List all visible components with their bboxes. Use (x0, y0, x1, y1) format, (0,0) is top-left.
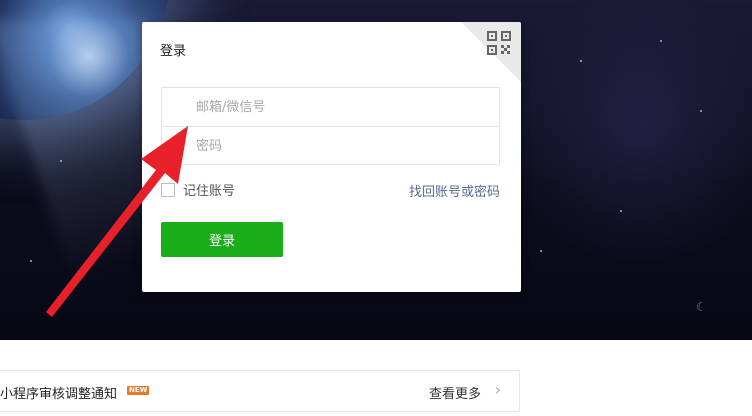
star (540, 250, 542, 252)
chevron-right-icon[interactable]: › (495, 380, 501, 399)
star (30, 260, 32, 262)
login-fields (161, 87, 500, 165)
account-field-row (162, 88, 499, 126)
login-title: 登录 (160, 44, 187, 59)
login-button[interactable]: 登录 (161, 222, 283, 257)
star (120, 220, 122, 222)
star (700, 110, 702, 112)
new-badge: NEW (127, 386, 150, 395)
forgot-account-link[interactable]: 找回账号或密码 (409, 181, 500, 200)
login-card: 登录 记住账号 找回账号或密码 登录 (142, 22, 521, 292)
qr-code-icon[interactable] (486, 30, 512, 56)
notice-title[interactable]: 小程序审核调整通知 (0, 383, 117, 402)
remember-checkbox[interactable] (161, 182, 175, 197)
crescent-icon: ☾ (696, 300, 707, 314)
star (580, 60, 582, 62)
account-input[interactable] (194, 88, 478, 126)
star (660, 40, 662, 42)
remember-account[interactable]: 记住账号 (161, 180, 235, 199)
notice-bar: 小程序审核调整通知 NEW 查看更多 › (0, 370, 520, 412)
password-input[interactable] (194, 127, 478, 165)
star (620, 210, 622, 212)
remember-label: 记住账号 (183, 184, 236, 199)
star (60, 160, 62, 162)
see-more-link[interactable]: 查看更多 (429, 383, 481, 402)
password-field-row (162, 126, 499, 165)
